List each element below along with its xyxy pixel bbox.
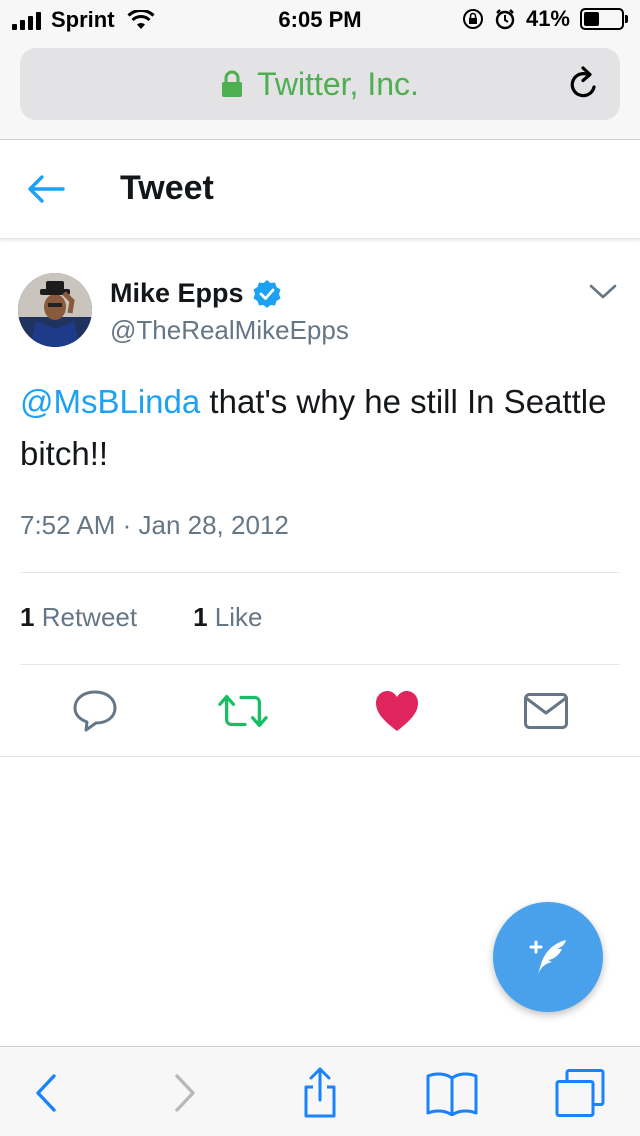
retweet-button[interactable] bbox=[218, 686, 268, 736]
battery-percent: 41% bbox=[525, 6, 570, 31]
divider bbox=[20, 664, 620, 665]
alarm-icon bbox=[495, 9, 515, 30]
tabs-button[interactable] bbox=[552, 1067, 608, 1119]
retweet-icon bbox=[218, 694, 268, 728]
envelope-icon bbox=[524, 693, 568, 729]
bookmarks-button[interactable] bbox=[424, 1067, 480, 1119]
compose-tweet-button[interactable] bbox=[493, 902, 603, 1012]
tweet-timestamp: 7:52 AM · Jan 28, 2012 bbox=[20, 510, 289, 540]
direct-message-button[interactable] bbox=[521, 686, 571, 736]
tweet-header: Tweet bbox=[0, 141, 640, 239]
status-right: 41% bbox=[462, 6, 628, 32]
battery-icon bbox=[580, 8, 628, 30]
heart-icon bbox=[376, 691, 418, 731]
url-center: Twitter, Inc. bbox=[20, 48, 620, 120]
chevron-down-icon bbox=[589, 284, 617, 299]
bookmarks-icon bbox=[426, 1072, 478, 1116]
url-bar[interactable]: Twitter, Inc. bbox=[20, 48, 620, 120]
reload-button[interactable] bbox=[564, 64, 604, 104]
browser-chrome: Sprint 6:05 PM 41% Twitter, Inc. bbox=[0, 0, 640, 140]
browser-back-button[interactable] bbox=[18, 1067, 74, 1119]
avatar[interactable] bbox=[18, 273, 92, 347]
author-name[interactable]: Mike Epps bbox=[110, 278, 282, 309]
tabs-icon bbox=[555, 1069, 605, 1117]
back-button[interactable] bbox=[24, 169, 68, 209]
share-icon bbox=[304, 1067, 336, 1118]
back-arrow-icon bbox=[28, 175, 65, 203]
status-bar: Sprint 6:05 PM 41% bbox=[0, 0, 640, 40]
url-title: Twitter, Inc. bbox=[257, 65, 419, 102]
author-handle[interactable]: @TheRealMikeEpps bbox=[110, 315, 349, 346]
retweet-count: 1 bbox=[20, 602, 35, 632]
tweet-actions bbox=[0, 686, 640, 736]
tweet-stats: 1 Retweet 1 Like bbox=[20, 602, 263, 633]
author-name-text: Mike Epps bbox=[110, 278, 244, 308]
like-label: Like bbox=[214, 602, 263, 632]
like-stat[interactable]: 1 Like bbox=[193, 602, 262, 633]
browser-forward-button[interactable] bbox=[157, 1067, 213, 1119]
rotation-lock-icon bbox=[462, 9, 483, 29]
browser-toolbar bbox=[0, 1046, 640, 1136]
divider bbox=[0, 756, 640, 757]
reply-button[interactable] bbox=[70, 686, 120, 736]
compose-tweet-icon bbox=[529, 940, 566, 974]
retweet-label: Retweet bbox=[41, 602, 138, 632]
like-button[interactable] bbox=[372, 686, 422, 736]
tweet-menu-button[interactable] bbox=[588, 280, 618, 304]
verified-badge-icon bbox=[253, 279, 281, 308]
avatar-image bbox=[18, 273, 92, 347]
lock-icon bbox=[222, 70, 243, 97]
retweet-stat[interactable]: 1 Retweet bbox=[20, 602, 137, 633]
page: Sprint 6:05 PM 41% Twitter, Inc. Tweet M… bbox=[0, 0, 640, 1136]
divider bbox=[20, 572, 620, 573]
reply-icon bbox=[73, 690, 117, 732]
tweet-text: @MsBLinda that's why he still In Seattle… bbox=[20, 376, 620, 480]
like-count: 1 bbox=[193, 602, 208, 632]
back-icon bbox=[36, 1074, 56, 1112]
share-button[interactable] bbox=[292, 1067, 348, 1119]
forward-icon bbox=[175, 1074, 195, 1112]
mention-link[interactable]: @MsBLinda bbox=[20, 383, 200, 420]
page-title: Tweet bbox=[120, 169, 214, 207]
reload-icon bbox=[570, 66, 596, 98]
